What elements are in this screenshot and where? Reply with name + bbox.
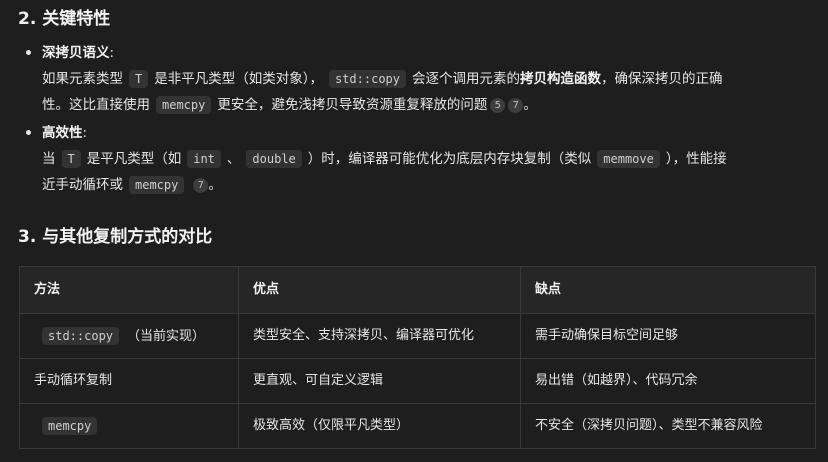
inline-code: memcpy	[42, 416, 98, 435]
inline-code: double	[246, 150, 302, 168]
inline-code: memmove	[597, 150, 660, 168]
section-heading-comparison: 3. 与其他复制方式的对比	[18, 227, 213, 247]
inline-code: std::copy	[328, 70, 407, 88]
pros-cell: 更直观、可自定义逻辑	[238, 358, 521, 404]
inline-code: T	[61, 150, 81, 168]
list-item: 深拷贝语义: 如果元素类型 T 是非平凡类型（如类对象）， std::copy 会逐个调…	[20, 40, 820, 118]
feature-description: 当 T 是平凡类型（如 int、 double ）时，编译器可能优化为底层内存块复制（类似…	[42, 150, 727, 168]
inline-code: memcpy	[129, 176, 185, 194]
feature-description: 如果元素类型 T 是非平凡类型（如类对象）， std::copy 会逐个调用元素的拷贝构…	[42, 70, 723, 88]
cons-cell: 需手动确保目标空间足够	[520, 313, 816, 359]
comparison-table: 方法 优点 缺点 std::copy （当前实现） 类型安全、支持深拷贝、编译器可…	[19, 266, 816, 449]
citation-badge[interactable]: 7	[508, 98, 524, 113]
bullet-icon	[26, 50, 31, 55]
cons-cell: 易出错（如越界）、代码冗余	[520, 358, 816, 404]
bullet-icon	[26, 130, 31, 135]
table-row: memcpy 极致高效（仅限平凡类型） 不安全（深拷贝问题）、类型不兼容风险	[19, 403, 816, 449]
feature-title: 深拷贝语义	[42, 45, 110, 61]
section-heading-key-features: 2. 关键特性	[18, 9, 111, 29]
table-row: std::copy （当前实现） 类型安全、支持深拷贝、编译器可优化 需手动确保目…	[19, 313, 816, 359]
table-row: 手动循环复制 更直观、可自定义逻辑 易出错（如越界）、代码冗余	[19, 358, 816, 404]
column-header-method: 方法	[19, 266, 239, 314]
citation-badge[interactable]: 7	[193, 178, 209, 193]
table-header-row: 方法 优点 缺点	[19, 266, 816, 314]
column-header-pros: 优点	[238, 266, 521, 314]
column-header-cons: 缺点	[520, 266, 816, 314]
inline-code: int	[187, 150, 221, 168]
method-cell: 手动循环复制	[19, 358, 239, 404]
pros-cell: 类型安全、支持深拷贝、编译器可优化	[238, 313, 521, 359]
list-item: 高效性: 当 T 是平凡类型（如 int、 double ）时，编译器可能优化为底层内存块…	[20, 120, 820, 198]
inline-code: T	[129, 70, 149, 88]
inline-code: std::copy	[42, 326, 120, 345]
cons-cell: 不安全（深拷贝问题）、类型不兼容风险	[520, 403, 816, 449]
citation-badge[interactable]: 5	[490, 98, 506, 113]
feature-title: 高效性	[42, 125, 83, 141]
key-features-list: 深拷贝语义: 如果元素类型 T 是非平凡类型（如类对象）， std::copy 会逐个调…	[20, 40, 820, 200]
pros-cell: 极致高效（仅限平凡类型）	[238, 403, 521, 449]
inline-code: memcpy	[156, 96, 212, 114]
method-cell: memcpy	[19, 403, 239, 449]
method-cell: std::copy （当前实现）	[19, 313, 239, 359]
